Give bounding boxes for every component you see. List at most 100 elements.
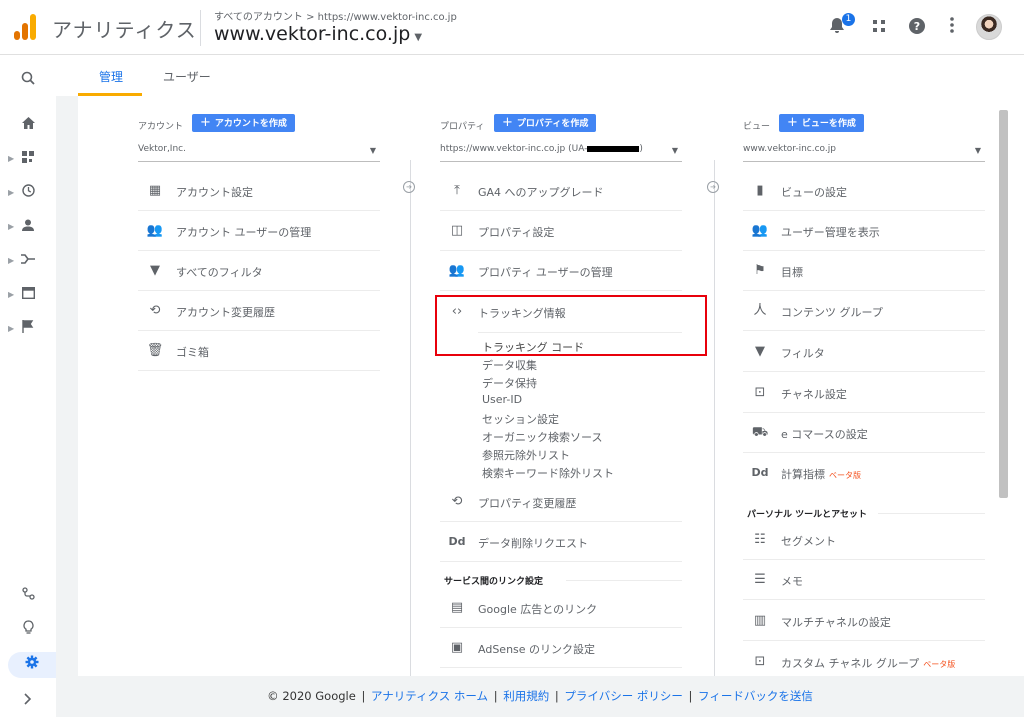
submenu-organic-search-sources[interactable]: オーガニック検索ソース	[482, 429, 602, 445]
menu-item-data-deletion[interactable]: Dd データ削除リクエスト	[440, 522, 682, 562]
menu-item-calculated-metrics[interactable]: Dd 計算指標 ベータ版	[743, 453, 985, 493]
submenu-data-retention[interactable]: データ保持	[482, 375, 537, 391]
property-column-label: プロパティ	[440, 122, 485, 132]
footer-link-analytics-home[interactable]: アナリティクス ホーム	[371, 689, 488, 703]
left-nav: ▶ ▶ ▶ ▶ ▶ ▶	[0, 56, 56, 717]
admin-panel: ➔ ➔ アカウント + アカウントを作成 Vektor,Inc. ▼ ▦ アカウント…	[78, 96, 1024, 676]
avatar[interactable]	[976, 14, 1002, 40]
flag-icon[interactable]: ▶	[0, 316, 56, 342]
menu-item-annotations[interactable]: ☰ メモ	[743, 560, 985, 600]
menu-item-label: すべてのフィルタ	[176, 266, 263, 279]
analytics-logo[interactable]	[14, 14, 36, 40]
menu-item-segments[interactable]: ☷ セグメント	[743, 520, 985, 560]
caret-down-icon: ▼	[414, 32, 423, 43]
dropdown-arrow-icon: ▼	[974, 146, 981, 155]
create-account-button[interactable]: + アカウントを作成	[192, 114, 295, 132]
tab-user[interactable]: ユーザー	[163, 68, 211, 85]
behavior-icon[interactable]: ▶	[0, 282, 56, 308]
tab-bar: 管理 ユーザー	[56, 56, 1024, 96]
submenu-referral-exclusion[interactable]: 参照元除外リスト	[482, 447, 570, 463]
menu-item-goals[interactable]: ⚑ 目標	[743, 251, 985, 291]
menu-item-label: プロパティ ユーザーの管理	[478, 266, 613, 279]
acquisition-icon[interactable]: ▶	[0, 248, 56, 274]
menu-item-account-users[interactable]: 👥 アカウント ユーザーの管理	[138, 211, 380, 251]
top-bar: アナリティクス すべてのアカウント > https://www.vektor-i…	[0, 0, 1024, 55]
account-name: www.vektor-inc.co.jp	[214, 23, 411, 45]
menu-item-label: 目標	[781, 266, 803, 279]
menu-item-all-filters[interactable]: ▼ すべてのフィルタ	[138, 251, 380, 291]
dropdown-arrow-icon: ▼	[369, 146, 376, 155]
menu-item-channel-settings[interactable]: ⊡ チャネル設定	[743, 373, 985, 413]
menu-item-trash[interactable]: 🗑 ゴミ箱	[138, 331, 380, 371]
menu-item-filters[interactable]: ▼ フィルタ	[743, 332, 985, 372]
submenu-user-id[interactable]: User-ID	[482, 393, 522, 406]
expand-nav-icon[interactable]	[0, 688, 56, 714]
footer-link-terms[interactable]: 利用規約	[503, 689, 549, 703]
home-icon[interactable]	[0, 112, 56, 138]
search-icon[interactable]	[0, 68, 56, 94]
expand-arrow-icon: ▶	[8, 324, 15, 333]
customization-icon[interactable]: ▶	[0, 146, 56, 172]
submenu-search-term-exclusion[interactable]: 検索キーワード除外リスト	[482, 465, 614, 481]
app-title: アナリティクス	[52, 18, 197, 42]
ads-icon: ▤	[450, 600, 464, 615]
property-selector[interactable]: https://www.vektor-inc.co.jp (UA-) ▼	[440, 144, 682, 162]
flag-icon: ⚑	[754, 263, 766, 278]
menu-item-label: データ削除リクエスト	[478, 537, 588, 550]
menu-item-account-settings[interactable]: ▦ アカウント設定	[138, 171, 380, 211]
help-icon[interactable]: ?	[906, 17, 928, 39]
menu-item-view-settings[interactable]: ▮ ビューの設定	[743, 171, 985, 211]
submenu-session-settings[interactable]: セッション設定	[482, 411, 559, 427]
menu-item-custom-channel-grouping[interactable]: ⊡ カスタム チャネル グループ ベータ版	[743, 642, 985, 676]
menu-item-ga4-upgrade[interactable]: ⤒ GA4 へのアップグレード	[440, 171, 682, 211]
menu-item-content-grouping[interactable]: 人 コンテンツ グループ	[743, 291, 985, 331]
trash-icon: 🗑	[146, 343, 164, 358]
lightbulb-icon[interactable]	[0, 617, 56, 643]
divider	[878, 513, 985, 514]
breadcrumb[interactable]: すべてのアカウント > https://www.vektor-inc.co.jp	[214, 8, 457, 23]
dropdown-arrow-icon: ▼	[671, 146, 678, 155]
person-icon[interactable]: ▶	[0, 214, 56, 240]
arrow-right-circle-icon: ➔	[403, 181, 415, 193]
menu-item-google-ads-link[interactable]: ▤ Google 広告とのリンク	[440, 588, 682, 628]
beta-badge: ベータ版	[829, 471, 861, 480]
tab-admin[interactable]: 管理	[99, 68, 123, 85]
plus-icon: +	[787, 115, 798, 130]
divider	[200, 10, 201, 46]
menu-item-multichannel-settings[interactable]: ▥ マルチチャネルの設定	[743, 601, 985, 641]
footer-link-feedback[interactable]: フィードバックを送信	[698, 689, 813, 703]
section-header-personal-tools: パーソナル ツールとアセット	[747, 510, 867, 520]
clock-icon[interactable]: ▶	[0, 180, 56, 206]
plus-icon: +	[200, 115, 211, 130]
copyright: © 2020 Google	[267, 689, 356, 703]
view-selector[interactable]: www.vektor-inc.co.jp ▼	[743, 144, 985, 162]
dd-icon: Dd	[448, 535, 466, 548]
menu-item-ecommerce-settings[interactable]: ⛟ e コマースの設定	[743, 413, 985, 453]
menu-item-account-history[interactable]: ⟲ アカウント変更履歴	[138, 291, 380, 331]
create-property-button[interactable]: + プロパティを作成	[494, 114, 597, 132]
document-icon: ▮	[756, 183, 764, 198]
apps-grid-icon[interactable]	[868, 17, 890, 39]
menu-item-label: Google 広告とのリンク	[478, 603, 598, 616]
svg-text:?: ?	[914, 20, 920, 33]
attribution-icon[interactable]	[0, 583, 56, 609]
menu-item-property-history[interactable]: ⟲ プロパティ変更履歴	[440, 482, 682, 522]
menu-item-view-users[interactable]: 👥 ユーザー管理を表示	[743, 211, 985, 251]
notification-badge: 1	[842, 13, 855, 26]
submenu-data-collection[interactable]: データ収集	[482, 357, 537, 373]
menu-item-property-users[interactable]: 👥 プロパティ ユーザーの管理	[440, 251, 682, 291]
create-view-button[interactable]: + ビューを作成	[779, 114, 864, 132]
column-divider	[714, 160, 715, 676]
scrollbar[interactable]	[999, 110, 1008, 498]
expand-arrow-icon: ▶	[8, 290, 15, 299]
menu-item-label: カスタム チャネル グループ ベータ版	[781, 655, 955, 671]
users-icon: 👥	[146, 223, 164, 238]
menu-item-adsense-link[interactable]: ▣ AdSense のリンク設定	[440, 628, 682, 668]
menu-item-label: アカウント変更履歴	[176, 306, 275, 319]
admin-gear-icon[interactable]	[8, 652, 56, 678]
account-selector[interactable]: Vektor,Inc. ▼	[138, 144, 380, 162]
more-vert-icon[interactable]	[941, 17, 963, 39]
footer-link-privacy[interactable]: プライバシー ポリシー	[564, 689, 682, 703]
account-switcher[interactable]: www.vektor-inc.co.jp ▼	[214, 23, 422, 45]
menu-item-property-settings[interactable]: ◫ プロパティ設定	[440, 211, 682, 251]
